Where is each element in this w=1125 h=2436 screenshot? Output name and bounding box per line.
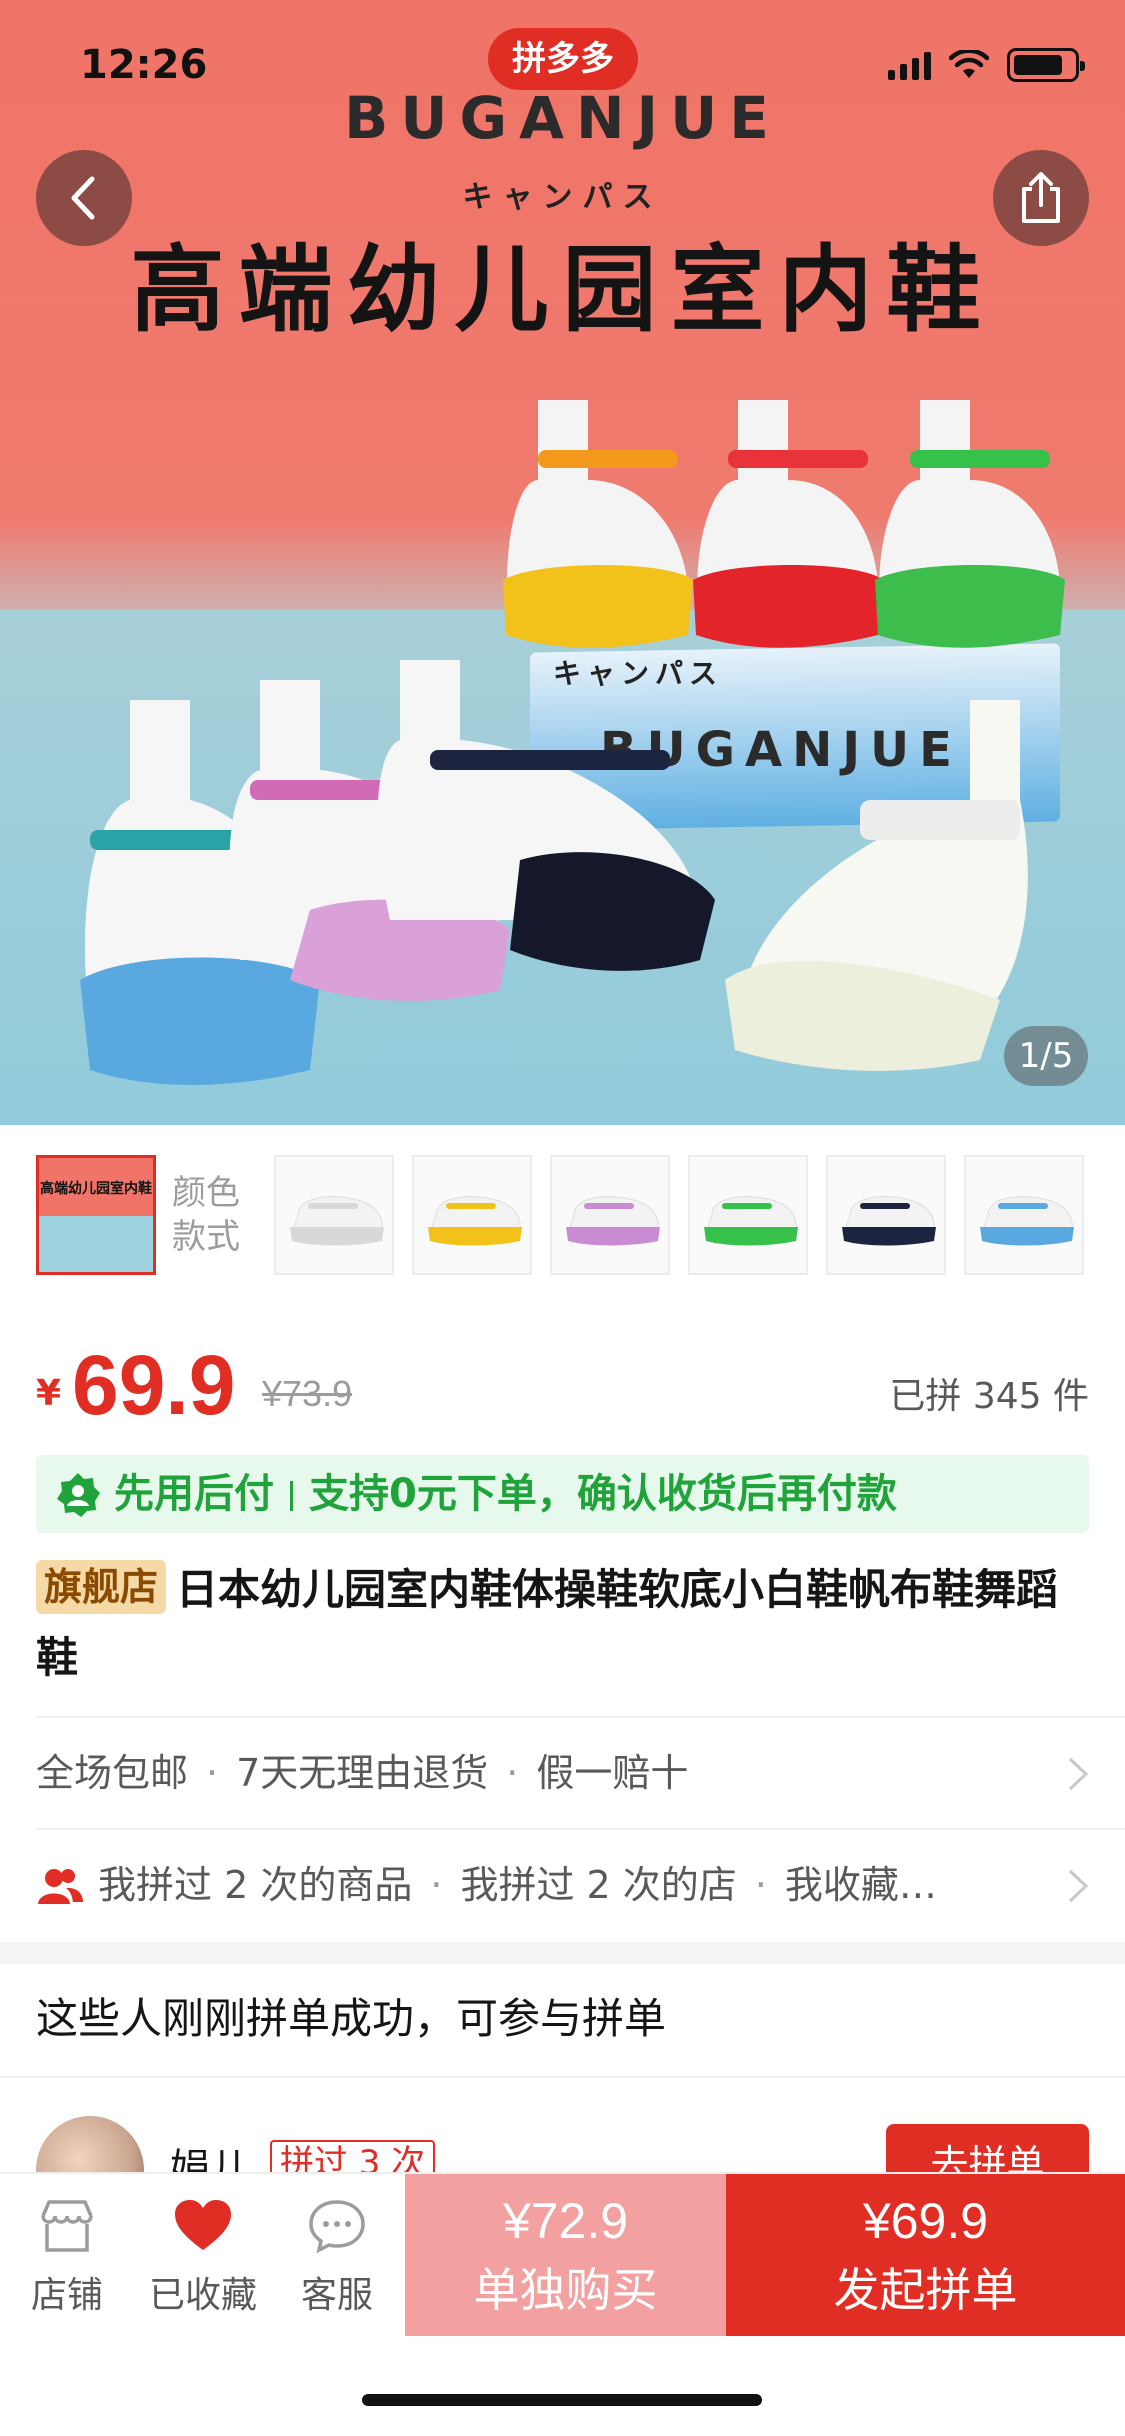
store-icon (41, 2200, 93, 2252)
chevron-right-icon (1068, 1757, 1089, 1791)
favorite-label: 已收藏 (148, 2275, 257, 2316)
product-title: 旗舰店 日本幼儿园室内鞋体操鞋软底小白鞋帆布鞋舞蹈鞋 (36, 1556, 1089, 1692)
status-icons (888, 48, 1085, 82)
history-item-product: 我拼过 2 次的商品 (98, 1863, 413, 1907)
variant-thumb[interactable] (826, 1155, 946, 1275)
price-row: ¥ 69.9 ¥73.9 已拼 345 件 (36, 1305, 1089, 1432)
shoe-red (693, 400, 883, 648)
chevron-left-icon (71, 176, 95, 220)
people-icon (38, 1869, 83, 1904)
pay-later-desc: 支持0元下单，确认收货后再付款 (309, 1471, 897, 1517)
signal-icon (888, 50, 931, 80)
separator-dot: · (506, 1751, 519, 1795)
buy-alone-label: 单独购买 (473, 2263, 658, 2317)
wifi-icon (949, 50, 989, 78)
price-currency: ¥ (36, 1373, 62, 1414)
product-title-text: 日本幼儿园室内鞋体操鞋软底小白鞋帆布鞋舞蹈鞋 (36, 1565, 1059, 1682)
history-row[interactable]: 我拼过 2 次的商品 · 我拼过 2 次的店 · 我收藏… (36, 1830, 1089, 1940)
variant-thumb[interactable] (412, 1155, 532, 1275)
pay-later-banner[interactable]: 先用后付 支持0元下单，确认收货后再付款 (36, 1455, 1089, 1533)
battery-icon (1007, 48, 1085, 82)
hero-headline: 高端幼儿园室内鞋 (130, 235, 995, 345)
variant-thumb[interactable] (550, 1155, 670, 1275)
shoe-yellow (503, 400, 693, 648)
pay-later-separator (290, 1481, 293, 1511)
chevron-right-icon (1068, 1869, 1089, 1903)
share-button[interactable] (993, 150, 1089, 246)
product-image-carousel[interactable]: 12:26 拼多多 BUGANJUE キャンパス 高端幼儿园室内鞋 キャンパス … (0, 0, 1125, 1125)
home-indicator (362, 2394, 762, 2406)
thumb-main-floor (39, 1216, 153, 1272)
thumb-main-text: 高端幼儿园室内鞋 (40, 1181, 152, 1197)
store-label: 店铺 (30, 2275, 103, 2316)
separator-dot: · (206, 1751, 219, 1795)
shoe-thumb-icon (980, 1196, 1074, 1246)
variant-thumb[interactable] (274, 1155, 394, 1275)
chat-icon (309, 2200, 365, 2254)
variant-thumb-main[interactable]: 高端幼儿园室内鞋 (36, 1155, 156, 1275)
page-indicator: 1/5 (1004, 1026, 1088, 1086)
price-original: ¥73.9 (262, 1373, 353, 1414)
shoe-green (875, 400, 1065, 648)
sold-count: 已拼 345 件 (889, 1376, 1089, 1417)
start-group-button[interactable]: ¥69.9 发起拼单 (726, 2174, 1125, 2336)
variant-thumb[interactable] (964, 1155, 1084, 1275)
section-gap (0, 1942, 1125, 1964)
shoe-navy (377, 660, 715, 971)
price-current: 69.9 (72, 1338, 236, 1432)
heart-icon (175, 2200, 231, 2250)
app-badge: 拼多多 (488, 28, 638, 90)
group-member-row: 娟儿 拼过 3 次 去拼单 (0, 2076, 1125, 2224)
pay-later-text: 先用后付 支持0元下单，确认收货后再付款 (114, 1455, 897, 1533)
shoe-white (725, 700, 1028, 1071)
brand-logo: BUGANJUE (344, 84, 781, 152)
pay-later-title: 先用后付 (114, 1471, 274, 1517)
service-guarantee: 假一赔十 (536, 1751, 689, 1795)
variant-label: 颜色款式 (172, 1173, 240, 1257)
service-tab[interactable]: 客服 (272, 2198, 402, 2318)
back-button[interactable] (36, 150, 132, 246)
buy-alone-price: ¥72.9 (502, 2193, 629, 2249)
katakana-text: キャンパス (462, 180, 663, 215)
favorite-tab[interactable]: 已收藏 (138, 2198, 268, 2318)
service-row[interactable]: 全场包邮 · 7天无理由退货 · 假一赔十 (36, 1718, 1089, 1828)
group-buy-title: 这些人刚刚拼单成功，可参与拼单 (36, 1994, 667, 2043)
variant-thumb[interactable] (688, 1155, 808, 1275)
group-price: ¥69.9 (862, 2193, 989, 2249)
pay-later-icon (57, 1473, 100, 1517)
share-icon (1022, 172, 1060, 223)
shoe-thumb-icon (290, 1196, 384, 1246)
separator-dot: · (754, 1863, 767, 1907)
history-text: 我拼过 2 次的商品 · 我拼过 2 次的店 · 我收藏… (98, 1830, 937, 1940)
store-tab[interactable]: 店铺 (2, 2198, 132, 2318)
service-label: 客服 (300, 2275, 373, 2316)
shoe-thumb-icon (428, 1196, 522, 1246)
service-returns: 7天无理由退货 (236, 1751, 489, 1795)
history-item-favorite: 我收藏… (784, 1863, 937, 1907)
group-label: 发起拼单 (833, 2263, 1018, 2317)
flagship-badge: 旗舰店 (36, 1560, 167, 1614)
service-free-shipping: 全场包邮 (36, 1751, 189, 1795)
shoe-thumb-icon (842, 1196, 936, 1246)
variant-strip: 高端幼儿园室内鞋 颜色款式 (0, 1125, 1125, 1303)
status-time: 12:26 (80, 42, 208, 88)
buy-alone-button[interactable]: ¥72.9 单独购买 (405, 2174, 726, 2336)
shoe-thumb-icon (704, 1196, 798, 1246)
shoe-thumb-icon (566, 1196, 660, 1246)
history-item-store: 我拼过 2 次的店 (460, 1863, 737, 1907)
separator-dot: · (430, 1863, 443, 1907)
